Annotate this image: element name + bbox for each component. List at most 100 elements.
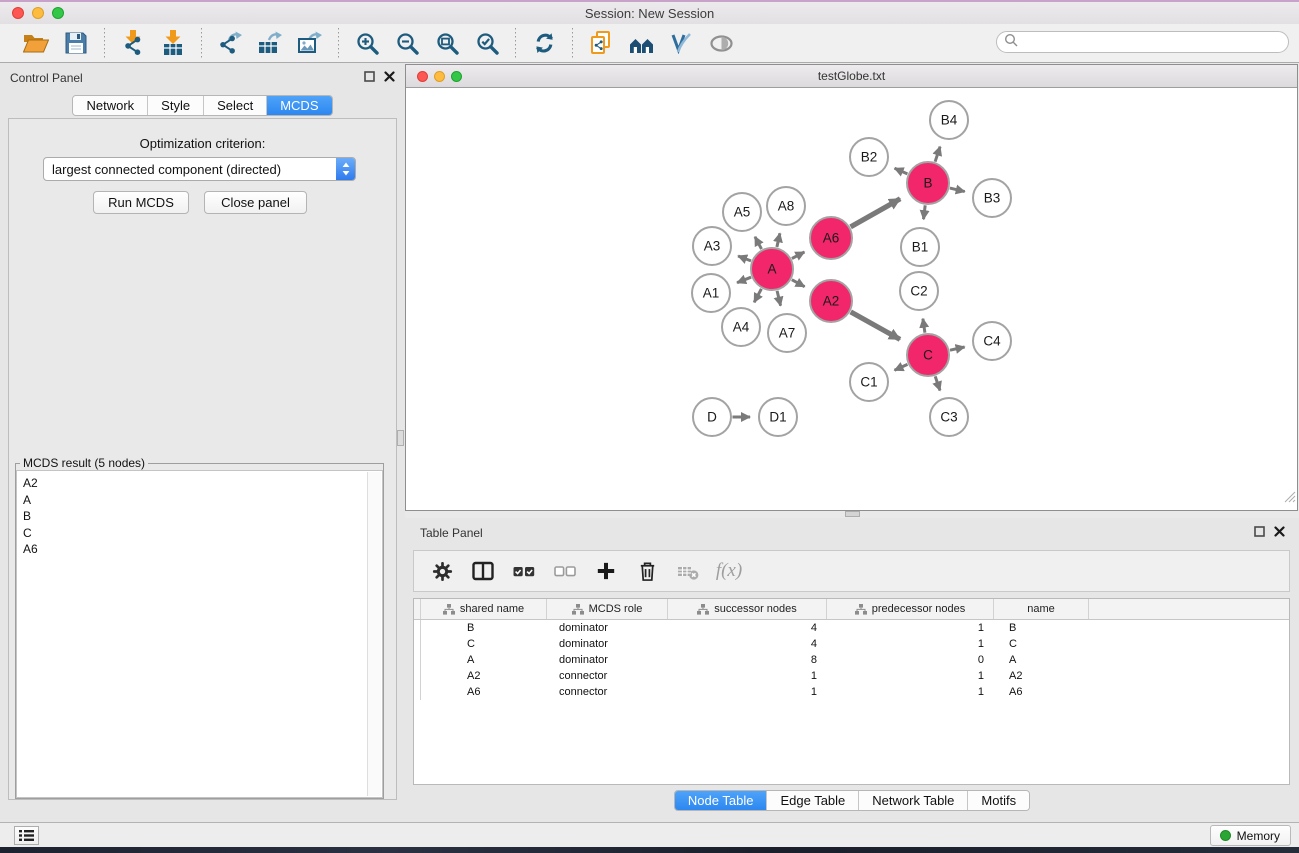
node-D1[interactable]: D1 [759,398,797,436]
node-B4[interactable]: B4 [930,101,968,139]
node-C[interactable]: C [907,334,949,376]
table-settings-icon[interactable] [430,558,454,584]
node-C1[interactable]: C1 [850,363,888,401]
tab-network-table[interactable]: Network Table [858,791,967,810]
node-A3[interactable]: A3 [693,227,731,265]
tab-motifs[interactable]: Motifs [967,791,1029,810]
close-panel-button[interactable]: Close panel [204,191,307,214]
table-row[interactable]: Adominator80A [414,652,1289,668]
edge-C-C3[interactable] [935,376,940,390]
node-D[interactable]: D [693,398,731,436]
edge-A-A4[interactable] [754,289,761,303]
edge-A-A5[interactable] [755,237,762,249]
tab-style[interactable]: Style [147,96,203,115]
edge-A-A2[interactable] [792,280,805,287]
node-A[interactable]: A [751,248,793,290]
refresh-layout-icon[interactable] [524,28,564,58]
network-home-icon[interactable] [621,28,661,58]
export-table-icon[interactable] [250,28,290,58]
edge-C-C2[interactable] [923,319,925,333]
node-B3[interactable]: B3 [973,179,1011,217]
import-network-icon[interactable] [113,28,153,58]
node-A8[interactable]: A8 [767,187,805,225]
node-A1[interactable]: A1 [692,274,730,312]
table-row[interactable]: A6connector11A6 [414,684,1289,700]
zoom-out-icon[interactable] [387,28,427,58]
run-mcds-button[interactable]: Run MCDS [93,191,189,214]
node-A5[interactable]: A5 [723,193,761,231]
float-panel-icon[interactable] [364,71,375,82]
table-row[interactable]: Cdominator41C [414,636,1289,652]
duplicate-network-icon[interactable] [581,28,621,58]
edge-B-B4[interactable] [935,147,940,162]
column-header-shared-name[interactable]: shared name [421,599,547,619]
tab-select[interactable]: Select [203,96,266,115]
delete-columns-icon[interactable] [635,558,659,584]
export-network-icon[interactable] [210,28,250,58]
mcds-result-item[interactable]: A2 [23,475,382,492]
toggle-graphics-details-icon[interactable] [661,28,701,58]
network-canvas[interactable]: B4 B2 B B3 A8A5 A6 B1 A3 A C2 A1 A2 A4A7 C4 C C1 C3 D D1 [406,88,1297,509]
zoom-in-icon[interactable] [347,28,387,58]
node-A4[interactable]: A4 [722,308,760,346]
tab-edge-table[interactable]: Edge Table [766,791,858,810]
close-table-panel-icon[interactable] [1274,526,1285,537]
split-panel-icon[interactable] [471,558,495,584]
edge-A2-C[interactable] [851,312,900,340]
edge-B-B2[interactable] [895,168,908,174]
import-table-icon[interactable] [153,28,193,58]
save-session-icon[interactable] [56,28,96,58]
search-input[interactable] [1018,33,1288,51]
deselect-all-rows-icon[interactable] [553,558,577,584]
tab-mcds[interactable]: MCDS [266,96,331,115]
node-C2[interactable]: C2 [900,272,938,310]
edge-A-A8[interactable] [777,233,780,247]
edge-C-C1[interactable] [895,364,908,370]
node-C3[interactable]: C3 [930,398,968,436]
result-list-scrollbar[interactable] [367,472,381,796]
zoom-selected-region-icon[interactable] [467,28,507,58]
node-B1[interactable]: B1 [901,228,939,266]
window-resize-grip[interactable] [1283,490,1296,508]
column-header-MCDS-role[interactable]: MCDS role [547,599,668,619]
open-file-icon[interactable] [16,28,56,58]
edge-B-B1[interactable] [924,205,926,219]
table-row[interactable]: Bdominator41B [414,620,1289,636]
mcds-result-item[interactable]: C [23,525,382,542]
task-history-button[interactable] [14,826,39,845]
edge-A-A7[interactable] [777,291,781,306]
column-header-name[interactable]: name [994,599,1089,619]
node-A6[interactable]: A6 [810,217,852,259]
node-C4[interactable]: C4 [973,322,1011,360]
tab-network[interactable]: Network [73,96,147,115]
mcds-result-item[interactable]: A [23,492,382,509]
table-row[interactable]: A2connector11A2 [414,668,1289,684]
edge-C-C4[interactable] [950,347,965,350]
close-panel-icon[interactable] [384,71,395,82]
tab-node-table[interactable]: Node Table [675,791,767,810]
mcds-result-item[interactable]: B [23,508,382,525]
export-image-icon[interactable] [290,28,330,58]
add-column-icon[interactable] [594,558,618,584]
edge-A6-B[interactable] [851,199,901,227]
node-A2[interactable]: A2 [810,280,852,322]
vertical-splitter-grip[interactable] [397,430,404,446]
zoom-fit-content-icon[interactable] [427,28,467,58]
edge-A-A3[interactable] [738,256,751,261]
node-A7[interactable]: A7 [768,314,806,352]
column-header-successor-nodes[interactable]: successor nodes [668,599,827,619]
birds-eye-view-icon[interactable] [701,28,741,58]
mcds-result-item[interactable]: A6 [23,541,382,558]
select-all-rows-icon[interactable] [512,558,536,584]
criterion-selected-value: largest connected component (directed) [44,162,336,177]
edge-A-A6[interactable] [792,252,805,259]
column-header-predecessor-nodes[interactable]: predecessor nodes [827,599,994,619]
horizontal-splitter-grip[interactable] [845,511,860,517]
edge-B-B3[interactable] [950,188,965,192]
edge-A-A1[interactable] [737,277,751,283]
memory-button[interactable]: Memory [1210,825,1291,846]
float-table-panel-icon[interactable] [1254,526,1265,537]
criterion-select[interactable]: largest connected component (directed) [43,157,356,181]
node-B[interactable]: B [907,162,949,204]
node-B2[interactable]: B2 [850,138,888,176]
